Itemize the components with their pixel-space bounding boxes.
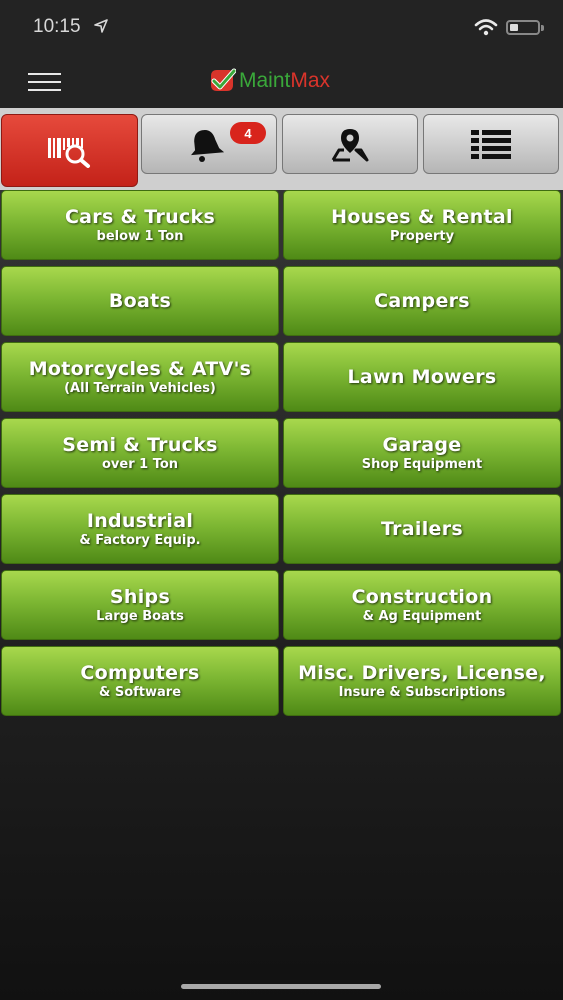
status-bar: 10:15	[0, 0, 563, 56]
category-lawn-mowers[interactable]: Lawn Mowers	[283, 342, 561, 412]
notifications-button[interactable]: 4	[141, 114, 277, 174]
category-misc[interactable]: Misc. Drivers, License, Insure & Subscri…	[283, 646, 561, 716]
home-indicator[interactable]	[181, 984, 381, 989]
nav-bar: MaintMax	[0, 56, 563, 108]
battery-nub	[541, 25, 544, 31]
category-motorcycles-atvs[interactable]: Motorcycles & ATV's (All Terrain Vehicle…	[1, 342, 279, 412]
hamburger-menu-icon[interactable]	[28, 73, 62, 93]
location-arrow-icon	[94, 19, 108, 33]
scan-search-button[interactable]	[1, 114, 138, 187]
category-industrial[interactable]: Industrial & Factory Equip.	[1, 494, 279, 564]
battery-icon	[506, 20, 540, 35]
category-trailers[interactable]: Trailers	[283, 494, 561, 564]
category-garage[interactable]: Garage Shop Equipment	[283, 418, 561, 488]
wifi-icon	[474, 19, 498, 36]
category-ships[interactable]: Ships Large Boats	[1, 570, 279, 640]
category-houses-rental[interactable]: Houses & Rental Property	[283, 190, 561, 260]
logo-text: MaintMax	[239, 69, 331, 92]
category-construction[interactable]: Construction & Ag Equipment	[283, 570, 561, 640]
status-time: 10:15	[33, 16, 81, 37]
map-pin-icon	[331, 129, 369, 162]
list-view-button[interactable]	[423, 114, 559, 174]
category-boats[interactable]: Boats	[1, 266, 279, 336]
category-campers[interactable]: Campers	[283, 266, 561, 336]
category-computers[interactable]: Computers & Software	[1, 646, 279, 716]
list-icon	[471, 130, 511, 159]
checkmark-logo-icon	[211, 68, 236, 91]
category-semi-trucks[interactable]: Semi & Trucks over 1 Ton	[1, 418, 279, 488]
toolbar: 4	[0, 108, 563, 190]
category-cars-trucks[interactable]: Cars & Trucks below 1 Ton	[1, 190, 279, 260]
bell-icon	[191, 129, 225, 162]
map-button[interactable]	[282, 114, 418, 174]
notification-badge: 4	[230, 122, 266, 144]
barcode-search-icon	[47, 137, 90, 168]
